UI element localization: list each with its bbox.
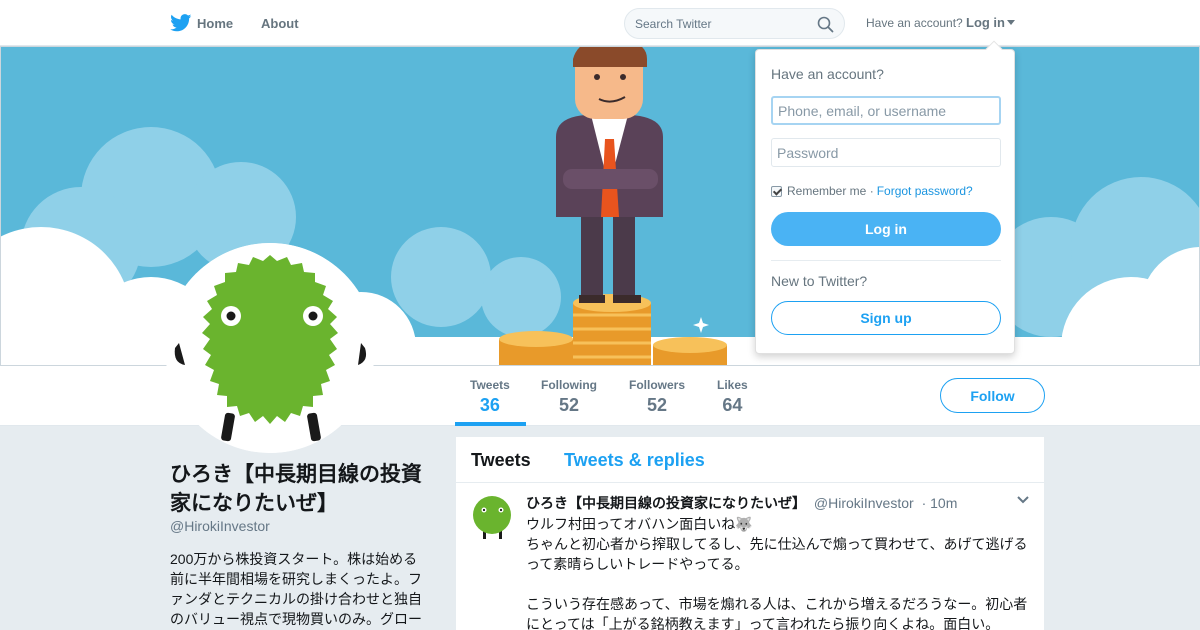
top-nav: Home About Have an account? Log in [0, 0, 1200, 46]
stat-following[interactable]: Following 52 [541, 378, 597, 416]
login-button[interactable]: Log in [771, 212, 1001, 246]
tweet-line: こういう存在感あって、市場を煽れる人は、これから増えるだろうなー。初心者にとって… [526, 596, 1028, 630]
stat-value: 52 [646, 395, 668, 415]
tweet-author-name[interactable]: ひろき【中長期目線の投資家になりたいぜ】 [526, 495, 806, 511]
tweet-avatar[interactable] [468, 493, 516, 541]
follow-button[interactable]: Follow [940, 378, 1045, 413]
tweet-author-handle[interactable]: @HirokiInvestor [814, 495, 914, 511]
twitter-bird-icon [170, 14, 192, 32]
tweet-text: ウルフ村田ってオバハン面白いね🐺 ちゃんと初心者から搾取してるし、先に仕込んで煽… [526, 514, 1034, 630]
chevron-down-icon[interactable] [1016, 495, 1030, 505]
search-icon[interactable] [817, 16, 834, 33]
stat-label: Followers [629, 378, 686, 392]
login-dropdown: Have an account? Remember me · Forgot pa… [755, 40, 1015, 354]
timeline: Tweets Tweets & replies ひろき【中長期目線の投資家になり… [456, 437, 1044, 630]
tweet-line: ちゃんと初心者から搾取してるし、先に仕込んで煽って買わせて、あげて逃げるって素晴… [526, 536, 1028, 572]
stat-value: 36 [479, 395, 500, 415]
avatar-image [165, 243, 375, 453]
nav-home[interactable]: Home [170, 0, 233, 46]
new-to-twitter-text: New to Twitter? [771, 273, 868, 289]
stat-value: 52 [558, 395, 580, 415]
caret-down-icon [1007, 20, 1015, 25]
login-menu-label: Log in [966, 15, 1005, 30]
remember-me-checkbox[interactable] [771, 185, 782, 197]
nav-about[interactable]: About [261, 0, 299, 46]
tweet-timestamp[interactable]: · 10m [922, 495, 958, 511]
profile-handle[interactable]: @HirokiInvestor [170, 518, 270, 534]
username-field[interactable] [771, 96, 1001, 125]
login-menu-toggle[interactable]: Log in [966, 15, 1015, 30]
active-tab-indicator [455, 422, 526, 426]
remember-me-label[interactable]: Remember me · [787, 184, 874, 198]
search-input[interactable] [635, 15, 815, 33]
dropdown-title: Have an account? [771, 66, 884, 82]
profile-name: ひろき【中長期目線の投資家になりたいぜ】 [170, 463, 422, 515]
divider [771, 260, 1001, 261]
tweet-line: ウルフ村田ってオバハン面白いね🐺 [526, 516, 753, 532]
password-field[interactable] [771, 138, 1001, 167]
stat-value: 64 [722, 395, 743, 415]
stat-followers[interactable]: Followers 52 [629, 378, 685, 416]
profile-avatar[interactable] [165, 243, 375, 453]
timeline-tabs: Tweets Tweets & replies [456, 437, 1044, 483]
nav-home-label: Home [197, 15, 234, 31]
signup-button[interactable]: Sign up [771, 301, 1001, 335]
stat-label: Following [541, 378, 597, 392]
tab-tweets-replies[interactable]: Tweets & replies [564, 450, 705, 471]
have-account-text: Have an account? [866, 16, 963, 30]
forgot-password-link[interactable]: Forgot password? [877, 184, 973, 198]
stat-label: Likes [717, 378, 748, 392]
tweet-line [526, 574, 1034, 594]
profile-bio: 200万から株投資スタート。株は始める前に半年間相場を研究しまくったよ。ファンダ… [170, 551, 422, 627]
tab-tweets[interactable]: Tweets [471, 450, 531, 471]
tweet-header: ひろき【中長期目線の投資家になりたいぜ】 @HirokiInvestor · 1… [526, 493, 957, 513]
stat-label: Tweets [470, 378, 510, 392]
remember-me-row: Remember me · Forgot password? [771, 184, 973, 198]
stat-likes[interactable]: Likes 64 [717, 378, 748, 416]
search-box[interactable] [624, 8, 845, 39]
stat-tweets[interactable]: Tweets 36 [470, 378, 510, 416]
